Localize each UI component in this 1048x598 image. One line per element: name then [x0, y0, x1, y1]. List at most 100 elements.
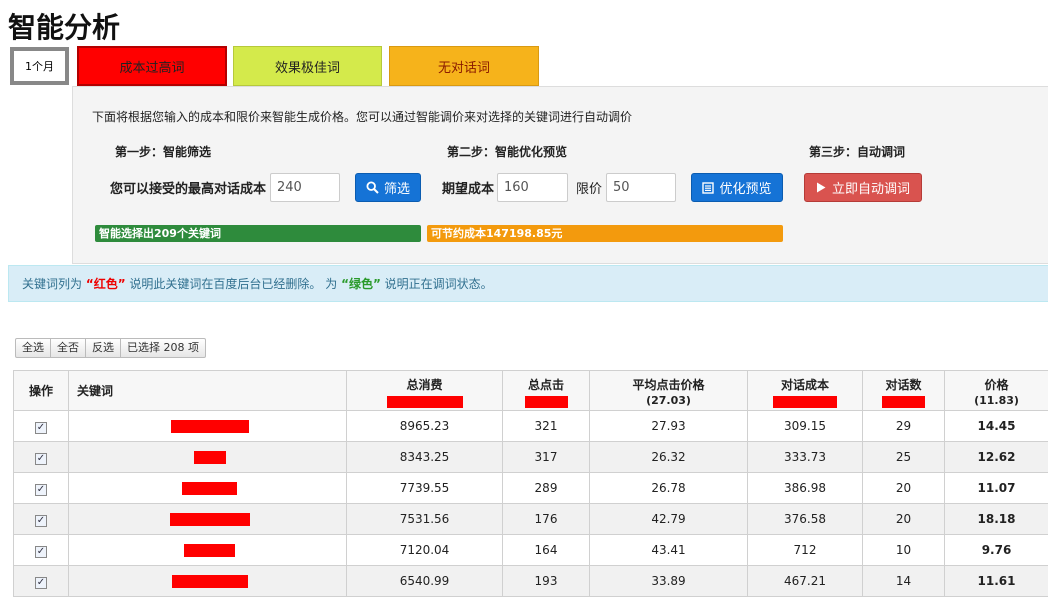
filter-button[interactable]: 筛选	[355, 173, 421, 202]
conv-cost-cell: 309.15	[747, 410, 863, 442]
table-row[interactable]: ✓ 7531.56 176 42.79 376.58 20 18.18	[13, 503, 1048, 535]
keyword-cell	[68, 472, 347, 504]
step-3-label: 第三步：自动调词	[809, 145, 906, 159]
avg-cpc-cell: 26.78	[589, 472, 748, 504]
auto-adjust-label: 立即自动调词	[831, 182, 910, 197]
table-row[interactable]: ✓ 8965.23 321 27.93 309.15 29 14.45	[13, 410, 1048, 442]
redacted-block	[882, 395, 925, 408]
keyword-cell	[68, 565, 347, 597]
spend-cell: 7120.04	[346, 534, 503, 566]
avg-cpc-cell: 43.41	[589, 534, 748, 566]
redacted-keyword	[182, 482, 237, 495]
notice-text-2: 说明此关键词在百度后台已经删除。 为	[125, 277, 342, 291]
row-checkbox-cell[interactable]: ✓	[13, 534, 69, 566]
tab-cost-too-high[interactable]: 成本过高词	[77, 46, 227, 86]
row-checkbox-cell[interactable]: ✓	[13, 565, 69, 597]
header-conv-cost[interactable]: 对话成本	[747, 370, 863, 411]
row-checkbox-cell[interactable]: ✓	[13, 503, 69, 535]
optimize-preview-button[interactable]: 优化预览	[691, 173, 783, 202]
selection-toolbar: 全选 全否 反选 已选择 208 项	[15, 338, 206, 358]
tab-period-1-month[interactable]: 1个月	[10, 47, 69, 85]
keyword-cell	[68, 410, 347, 442]
header-total-clicks-label: 总点击	[527, 377, 564, 392]
auto-adjust-button[interactable]: 立即自动调词	[804, 173, 922, 202]
tab-best-effect[interactable]: 效果极佳词	[233, 46, 382, 86]
price-cell[interactable]: 11.61	[944, 565, 1048, 597]
redacted-block	[386, 395, 463, 408]
header-avg-cpc[interactable]: 平均点击价格 (27.03)	[589, 370, 748, 411]
spend-cell: 7739.55	[346, 472, 503, 504]
search-icon	[366, 181, 379, 194]
expected-cost-input[interactable]: 160	[497, 173, 568, 202]
price-cell[interactable]: 11.07	[944, 472, 1048, 504]
header-operation: 操作	[13, 370, 69, 411]
limit-price-label: 限价	[576, 182, 603, 197]
checkbox-checked-icon[interactable]: ✓	[35, 576, 47, 589]
table-row[interactable]: ✓ 7120.04 164 43.41 712 10 9.76	[13, 534, 1048, 566]
max-cost-input[interactable]: 240	[270, 173, 340, 202]
price-cell[interactable]: 14.45	[944, 410, 1048, 442]
table-row[interactable]: ✓ 7739.55 289 26.78 386.98 20 11.07	[13, 472, 1048, 504]
keyword-cell	[68, 534, 347, 566]
price-cell[interactable]: 18.18	[944, 503, 1048, 535]
header-price[interactable]: 价格 (11.83)	[944, 370, 1048, 411]
table-header-row: 操作 关键词 总消费 总点击 平均点击价格 (27.03) 对话成本 对话数 价格…	[13, 370, 1048, 411]
avg-cpc-cell: 33.89	[589, 565, 748, 597]
header-price-label: 价格	[984, 378, 1009, 392]
header-total-clicks[interactable]: 总点击	[502, 370, 590, 411]
row-checkbox-cell[interactable]: ✓	[13, 472, 69, 504]
notice-text-1: 关键词列为	[22, 277, 86, 291]
checkbox-checked-icon[interactable]: ✓	[35, 452, 47, 465]
redacted-keyword	[193, 451, 226, 464]
checkbox-checked-icon[interactable]: ✓	[35, 545, 47, 558]
status-notice: 关键词列为 “红色” 说明此关键词在百度后台已经删除。 为 “绿色” 说明正在调…	[8, 265, 1048, 302]
step-2-label: 第二步：智能优化预览	[447, 145, 568, 159]
clicks-cell: 193	[502, 565, 590, 597]
checkbox-checked-icon[interactable]: ✓	[35, 483, 47, 496]
header-avg-cpc-sub: (27.03)	[646, 394, 691, 407]
invert-selection-button[interactable]: 反选	[86, 339, 121, 357]
panel-description: 下面将根据您输入的成本和限价来智能生成价格。您可以通过智能调价来对选择的关键词进…	[92, 110, 633, 124]
tab-no-conversation[interactable]: 无对话词	[389, 46, 539, 86]
conv-count-cell: 29	[862, 410, 945, 442]
clicks-cell: 164	[502, 534, 590, 566]
savings-bar: 可节约成本147198.85元	[427, 225, 783, 242]
conv-cost-cell: 712	[747, 534, 863, 566]
limit-price-input[interactable]: 50	[606, 173, 676, 202]
header-conv-count-label: 对话数	[885, 377, 922, 392]
row-checkbox-cell[interactable]: ✓	[13, 410, 69, 442]
header-keyword[interactable]: 关键词	[68, 370, 347, 411]
play-icon	[816, 182, 826, 193]
filter-button-label: 筛选	[383, 182, 410, 197]
header-conv-count[interactable]: 对话数	[862, 370, 945, 411]
checkbox-checked-icon[interactable]: ✓	[35, 421, 47, 434]
redacted-keyword	[169, 513, 250, 526]
header-avg-cpc-label: 平均点击价格	[632, 378, 705, 392]
header-total-spend-label: 总消费	[406, 377, 443, 392]
avg-cpc-cell: 26.32	[589, 441, 748, 473]
select-all-button[interactable]: 全选	[16, 339, 51, 357]
conv-count-cell: 20	[862, 503, 945, 535]
conv-cost-cell: 333.73	[747, 441, 863, 473]
price-cell[interactable]: 12.62	[944, 441, 1048, 473]
price-cell[interactable]: 9.76	[944, 534, 1048, 566]
select-none-button[interactable]: 全否	[51, 339, 86, 357]
conv-count-cell: 10	[862, 534, 945, 566]
selected-count: 已选择 208 项	[127, 341, 199, 354]
header-total-spend[interactable]: 总消费	[346, 370, 503, 411]
conv-cost-cell: 386.98	[747, 472, 863, 504]
notice-green-word: “绿色”	[341, 277, 381, 291]
checkbox-checked-icon[interactable]: ✓	[35, 514, 47, 527]
spend-cell: 8965.23	[346, 410, 503, 442]
keyword-cell	[68, 441, 347, 473]
redacted-keyword	[170, 420, 249, 433]
step-1-label: 第一步：智能筛选	[115, 145, 212, 159]
spend-cell: 6540.99	[346, 565, 503, 597]
clicks-cell: 289	[502, 472, 590, 504]
list-icon	[702, 181, 715, 194]
redacted-keyword	[171, 575, 248, 588]
row-checkbox-cell[interactable]: ✓	[13, 441, 69, 473]
table-row[interactable]: ✓ 8343.25 317 26.32 333.73 25 12.62	[13, 441, 1048, 473]
table-row[interactable]: ✓ 6540.99 193 33.89 467.21 14 11.61	[13, 565, 1048, 597]
conv-cost-cell: 467.21	[747, 565, 863, 597]
